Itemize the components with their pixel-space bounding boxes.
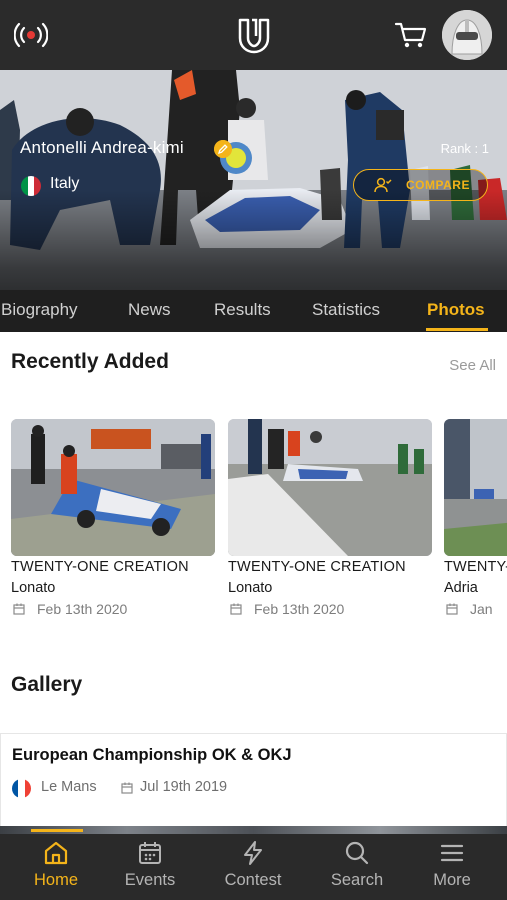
france-flag-icon <box>12 779 31 798</box>
tab-news[interactable]: News <box>128 300 171 320</box>
album-title: TWENTY-ONE CREATION <box>444 559 507 575</box>
photo-album-card[interactable]: TWENTY-ONE CREATION Lonato Feb 13th 2020 <box>228 419 432 617</box>
nav-events-label: Events <box>124 871 176 889</box>
gallery-event-date: Jul 19th 2019 <box>140 779 228 795</box>
u-logo-icon[interactable] <box>236 16 272 54</box>
album-location: Adria <box>444 580 478 596</box>
nav-more[interactable]: More <box>402 834 502 900</box>
album-thumbnail[interactable] <box>11 419 215 556</box>
album-thumbnail[interactable] <box>228 419 432 556</box>
menu-icon <box>440 844 464 862</box>
album-location: Lonato <box>11 580 56 596</box>
tab-photos[interactable]: Photos <box>427 300 485 320</box>
album-title: TWENTY-ONE CREATION <box>228 559 406 575</box>
album-date: Feb 13th 2020 <box>254 601 345 617</box>
nav-contest-label: Contest <box>224 871 282 889</box>
calendar-icon <box>139 842 161 864</box>
recently-added-title: Recently Added <box>11 350 169 373</box>
nav-contest[interactable]: Contest <box>203 834 303 900</box>
bottom-navigation: Home Events Contest Search More <box>0 834 507 900</box>
compare-button-label: COMPARE <box>406 178 470 192</box>
nav-home-label: Home <box>33 871 78 889</box>
album-thumbnail[interactable] <box>444 419 507 556</box>
calendar-icon <box>230 603 242 615</box>
driver-name: Antonelli Andrea-kimi <box>20 138 184 157</box>
nav-search-label: Search <box>330 871 384 889</box>
nav-more-label: More <box>433 871 471 889</box>
compare-user-icon <box>374 177 392 193</box>
album-date: Feb 13th 2020 <box>37 601 128 617</box>
home-icon <box>44 841 68 865</box>
album-date-row: Feb 13th 2020 <box>11 601 215 617</box>
gallery-title: Gallery <box>11 673 83 696</box>
nav-home[interactable]: Home <box>6 834 106 900</box>
italy-flag-icon <box>21 176 41 196</box>
driver-country: Italy <box>50 175 80 192</box>
gallery-event-title[interactable]: European Championship OK & OKJ <box>12 746 292 765</box>
album-title: TWENTY-ONE CREATION <box>11 559 189 575</box>
calendar-icon <box>446 603 458 615</box>
album-date: Jan <box>470 601 493 617</box>
driver-rank: Rank : 1 <box>440 141 489 156</box>
active-tab-indicator <box>426 328 488 331</box>
album-date-row: Feb 13th 2020 <box>228 601 432 617</box>
see-all-link[interactable]: See All <box>449 357 496 374</box>
search-icon <box>345 841 369 865</box>
helmet-avatar[interactable] <box>442 10 492 60</box>
tab-biography[interactable]: Biography <box>1 300 78 320</box>
tab-statistics[interactable]: Statistics <box>312 300 380 320</box>
active-nav-indicator <box>31 829 83 832</box>
album-location: Lonato <box>228 580 273 596</box>
photo-album-card[interactable]: TWENTY-ONE CREATION Lonato Feb 13th 2020 <box>11 419 215 617</box>
gallery-event-location: Le Mans <box>41 779 97 795</box>
calendar-icon <box>13 603 25 615</box>
album-date-row: Jan <box>444 601 507 617</box>
top-app-bar <box>0 0 507 70</box>
calendar-icon <box>121 782 133 794</box>
nav-search[interactable]: Search <box>307 834 407 900</box>
broadcast-icon[interactable] <box>14 20 48 50</box>
lightning-icon <box>244 841 262 865</box>
compare-button[interactable]: COMPARE <box>353 169 488 201</box>
pencil-badge-icon <box>214 140 232 158</box>
tab-results[interactable]: Results <box>214 300 271 320</box>
nav-events[interactable]: Events <box>100 834 200 900</box>
cart-icon[interactable] <box>394 20 428 50</box>
photo-album-card[interactable]: TWENTY-ONE CREATION Adria Jan <box>444 419 507 617</box>
